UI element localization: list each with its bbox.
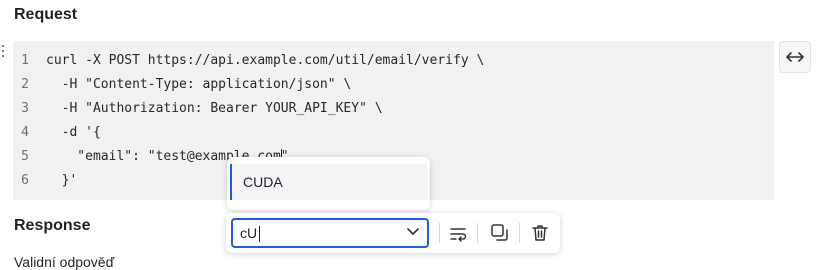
code-line[interactable]: -d '{	[46, 125, 101, 141]
code-line[interactable]: curl -X POST https://api.example.com/uti…	[46, 53, 484, 69]
copy-button[interactable]	[488, 221, 512, 245]
toolbar-divider	[439, 223, 440, 243]
drag-handle-icon[interactable]	[1, 45, 5, 59]
expand-width-button[interactable]	[779, 41, 811, 73]
response-description: Validní odpověď	[14, 254, 115, 270]
line-number: 2	[21, 77, 29, 92]
suggestion-item-cuda[interactable]: CUDA	[230, 164, 427, 200]
code-line[interactable]: }'	[46, 173, 78, 189]
copy-icon	[491, 224, 508, 241]
suggestion-label: CUDA	[243, 174, 283, 190]
input-cursor	[259, 226, 260, 242]
line-number: 5	[21, 149, 29, 164]
trash-icon	[532, 225, 548, 241]
wrap-lines-button[interactable]	[447, 221, 471, 245]
line-number: 4	[21, 125, 29, 140]
response-heading: Response	[14, 217, 91, 234]
language-suggestion-dropdown: CUDA	[227, 157, 430, 210]
code-line[interactable]: -H "Content-Type: application/json" \	[46, 77, 352, 93]
language-input-value[interactable]: cU	[240, 225, 257, 241]
line-number: 3	[21, 101, 29, 116]
request-heading: Request	[14, 6, 78, 23]
language-select[interactable]: cU	[231, 218, 429, 248]
toolbar-divider	[519, 223, 520, 243]
wrap-lines-icon	[450, 228, 467, 242]
code-block-toolbar: cU	[226, 213, 560, 253]
chevron-down-icon[interactable]	[407, 228, 419, 236]
line-number-gutter: 1 2 3 4 5 6	[13, 41, 37, 200]
delete-button[interactable]	[528, 221, 552, 245]
line-number: 6	[21, 173, 29, 188]
line-number: 1	[21, 53, 29, 68]
expand-horizontal-icon	[786, 52, 804, 62]
toolbar-divider	[477, 223, 478, 243]
code-line[interactable]: -H "Authorization: Bearer YOUR_API_KEY" …	[46, 101, 383, 117]
